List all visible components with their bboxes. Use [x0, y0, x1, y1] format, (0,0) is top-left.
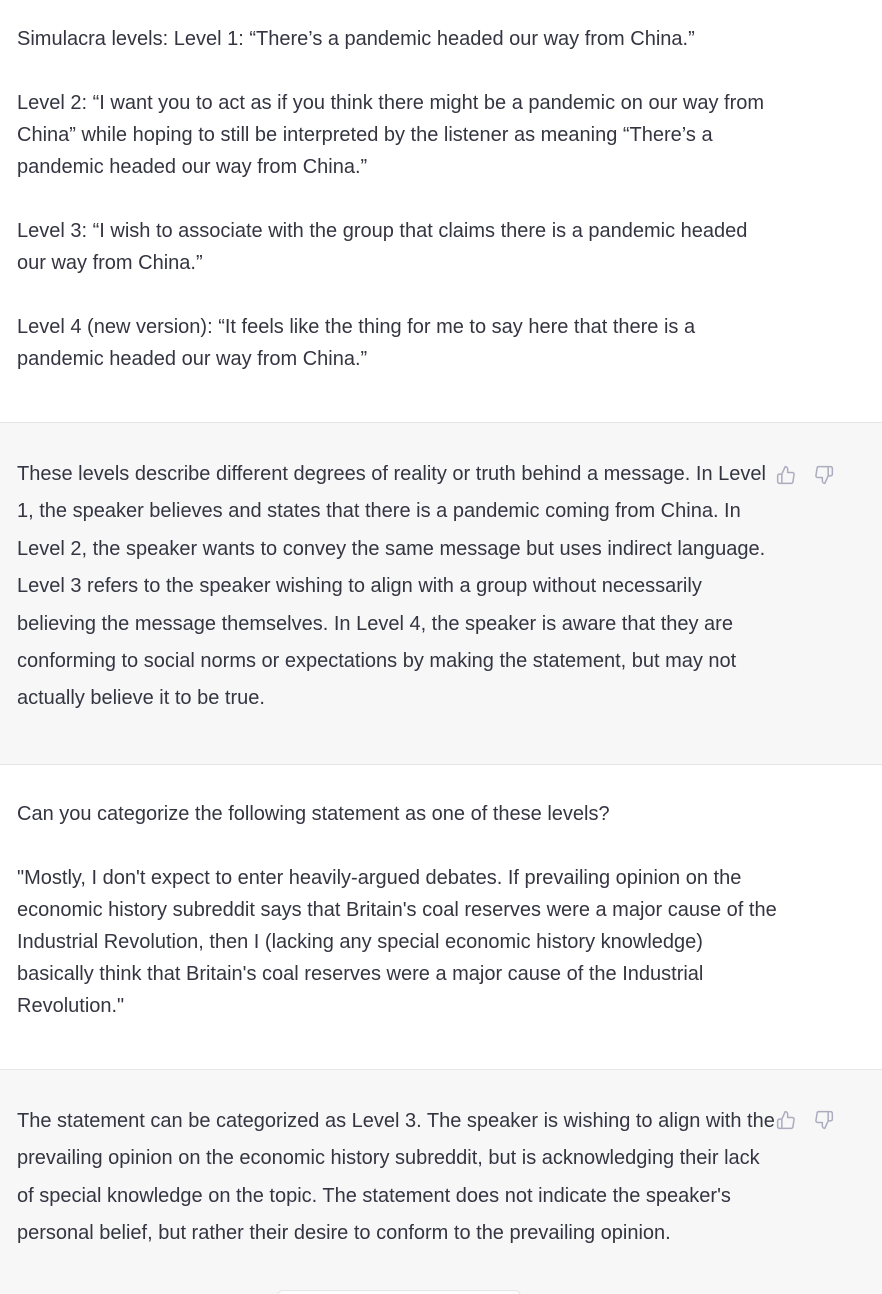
message-paragraph: Simulacra levels: Level 1: “There’s a pa… [17, 28, 695, 50]
regenerate-button-edge[interactable] [277, 1290, 521, 1294]
thumbs-down-icon [815, 465, 834, 485]
thumbs-up-icon [776, 1110, 795, 1130]
message-paragraph: "Mostly, I don't expect to enter heavily… [17, 867, 777, 1017]
thumbs-up-button[interactable] [774, 463, 798, 487]
user-message: Simulacra levels: Level 1: “There’s a pa… [0, 0, 882, 423]
message-body: These levels describe different degrees … [17, 423, 777, 718]
thumbs-up-button[interactable] [774, 1108, 798, 1132]
feedback-buttons [774, 463, 836, 487]
feedback-buttons [774, 1108, 836, 1132]
message-body: Can you categorize the following stateme… [17, 765, 777, 1022]
message-body: The statement can be categorized as Leve… [17, 1070, 777, 1253]
assistant-message: These levels describe different degrees … [0, 423, 882, 765]
chat-thread: Simulacra levels: Level 1: “There’s a pa… [0, 0, 882, 1294]
message-paragraph: Level 2: “I want you to act as if you th… [17, 92, 765, 178]
message-paragraph: Can you categorize the following stateme… [17, 803, 610, 825]
message-paragraph: The statement can be categorized as Leve… [17, 1110, 775, 1245]
user-message: Can you categorize the following stateme… [0, 765, 882, 1070]
message-body: Simulacra levels: Level 1: “There’s a pa… [17, 23, 777, 375]
message-paragraph: Level 3: “I wish to associate with the g… [17, 220, 748, 274]
thumbs-up-icon [776, 465, 795, 485]
thumbs-down-button[interactable] [812, 1108, 836, 1132]
message-paragraph: Level 4 (new version): “It feels like th… [17, 316, 696, 370]
message-paragraph: These levels describe different degrees … [17, 463, 766, 710]
thumbs-down-icon [815, 1110, 834, 1130]
thumbs-down-button[interactable] [812, 463, 836, 487]
assistant-message: The statement can be categorized as Leve… [0, 1070, 882, 1294]
